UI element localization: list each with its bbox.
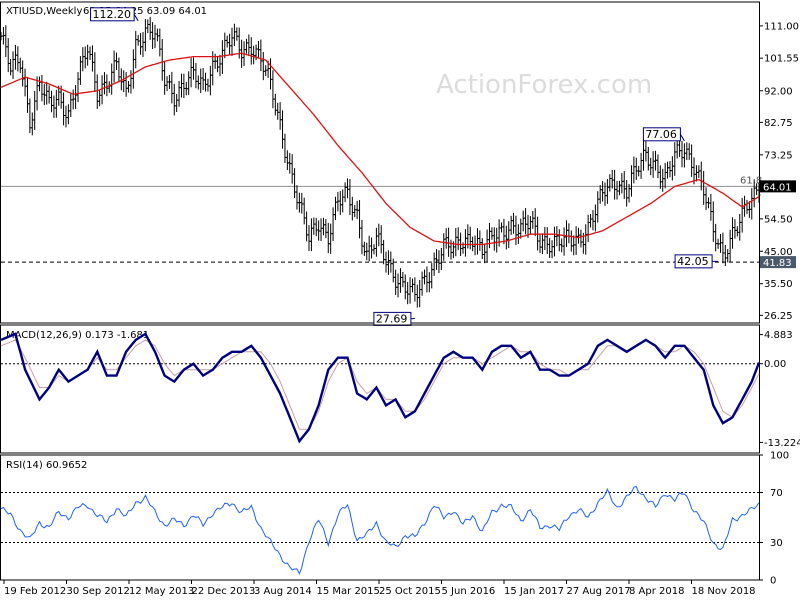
macd-line [0, 332, 761, 444]
price-tick-label: 54.50 [764, 214, 793, 225]
macd-series: 4.883 0.00 -13.224 [0, 330, 800, 449]
price-annotations: 112.20 27.69 77.06 42.05 [90, 7, 719, 326]
price-tick-label: 35.50 [764, 279, 793, 290]
x-tick-label: 12 May 2013 [129, 586, 194, 597]
x-tick-label: 25 Oct 2015 [379, 586, 441, 597]
watermark: ActionForex.com [436, 70, 652, 100]
x-tick-label: 8 Apr 2018 [629, 586, 684, 597]
x-tick-label: 15 Jan 2017 [504, 586, 564, 597]
rsi-tick-label: 0 [770, 576, 776, 587]
x-axis: 19 Feb 2012 30 Sep 2012 12 May 201322 Dec … [3, 580, 756, 597]
rsi-series: 100 70 30 0 [0, 451, 789, 587]
price-tick-label: 92.00 [764, 86, 793, 97]
rsi-line [0, 485, 760, 576]
price-pane-frame [0, 1, 760, 324]
rsi-pane: RSI(14) 60.9652 100 70 30 0 [0, 451, 789, 587]
price-tick-label: 82.75 [764, 118, 793, 129]
x-tick-label: 19 Feb 2012 [4, 586, 66, 597]
x-tick-label: 27 Aug 2017 [567, 586, 631, 597]
price-bars [0, 16, 761, 308]
price-tick-label: 26.25 [764, 311, 793, 322]
price-tick-label: 111.00 [764, 21, 799, 32]
annotation-label: 112.20 [93, 8, 132, 21]
price-tick-label: 73.25 [764, 150, 793, 161]
price-pane: XTIUSD,Weekly 63.25 64.25 63.09 64.01 11… [0, 1, 799, 326]
macd-tick-label: -13.224 [764, 438, 800, 449]
x-tick-label: 5 Jun 2016 [442, 586, 496, 597]
price-axis: 111.00101.5592.0082.7573.2554.5045.0035.… [759, 21, 799, 322]
rsi-label: RSI(14) 60.9652 [6, 460, 87, 471]
x-tick-label: 3 Aug 2014 [254, 586, 312, 597]
x-tick-label: 15 Mar 2015 [317, 586, 380, 597]
annotation-leader [679, 134, 685, 142]
price-tick-label: 101.55 [764, 54, 799, 65]
support-tag: 41.83 [763, 258, 792, 269]
x-tick-label: 30 Sep 2012 [67, 586, 130, 597]
current-value-tag: 64.01 [763, 182, 792, 193]
macd-tick-label: 0.00 [764, 359, 786, 370]
x-tick-label: 18 Nov 2018 [692, 586, 756, 597]
symbol-label: XTIUSD,Weekly [6, 6, 82, 17]
chart: ActionForex.com XTIUSD,Weekly 63.25 64.2… [0, 1, 800, 597]
x-tick-label: 22 Dec 2013 [192, 586, 256, 597]
annotation-label: 27.69 [376, 312, 408, 325]
macd-tick-label: 4.883 [764, 330, 793, 341]
rsi-tick-label: 70 [770, 488, 783, 499]
annotation-leader [410, 317, 415, 320]
macd-pane: MACD(12,26,9) 0.173 -1.681 4.883 0.00 -13.… [0, 324, 800, 454]
rsi-pane-frame [0, 454, 760, 581]
rsi-tick-label: 30 [770, 538, 783, 549]
annotation-label: 42.05 [677, 255, 709, 268]
rsi-tick-label: 100 [770, 451, 789, 462]
annotation-label: 77.06 [645, 128, 677, 141]
macd-pane-frame [0, 324, 760, 454]
macd-signal-line [0, 339, 760, 430]
macd-label: MACD(12,26,9) 0.173 -1.681 [6, 330, 149, 341]
